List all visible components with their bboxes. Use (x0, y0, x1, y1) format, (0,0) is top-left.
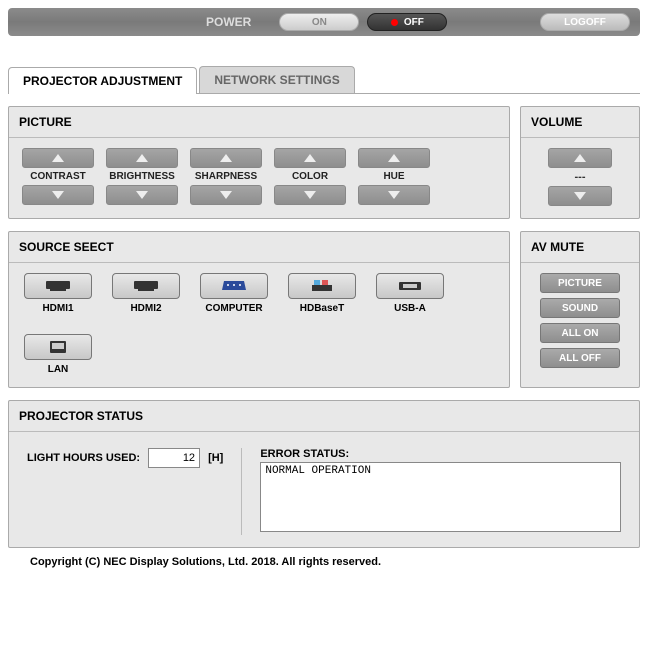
mute-picture-button[interactable]: PICTURE (540, 273, 620, 293)
source-lan-label: LAN (48, 364, 69, 375)
brightness-up-button[interactable] (106, 148, 178, 168)
av-mute-title: AV MUTE (531, 240, 629, 254)
power-off-button[interactable]: OFF (367, 13, 447, 31)
power-indicator-icon (391, 19, 398, 26)
contrast-label: CONTRAST (30, 171, 86, 182)
mute-sound-button[interactable]: SOUND (540, 298, 620, 318)
top-bar: POWER ON OFF LOGOFF (8, 8, 640, 36)
power-on-button[interactable]: ON (279, 13, 359, 31)
source-usba-label: USB-A (394, 303, 426, 314)
picture-panel: PICTURE CONTRAST BRIGHTNESS SHARPNESS (8, 106, 510, 219)
error-status-label: ERROR STATUS: (260, 448, 621, 460)
source-usba-button[interactable] (376, 273, 444, 299)
light-hours-unit: [H] (208, 452, 223, 464)
volume-value: --- (575, 171, 586, 183)
color-down-button[interactable] (274, 185, 346, 205)
source-hdmi2-label: HDMI2 (130, 303, 161, 314)
vga-icon (220, 280, 248, 292)
contrast-up-button[interactable] (22, 148, 94, 168)
color-up-button[interactable] (274, 148, 346, 168)
hdmi-icon (44, 280, 72, 292)
projector-status-panel: PROJECTOR STATUS LIGHT HOURS USED: [H] E… (8, 400, 640, 548)
volume-panel: VOLUME --- (520, 106, 640, 219)
mute-all-off-button[interactable]: ALL OFF (540, 348, 620, 368)
source-computer-label: COMPUTER (205, 303, 262, 314)
light-hours-label: LIGHT HOURS USED: (27, 452, 140, 464)
usb-icon (397, 281, 423, 291)
hue-up-button[interactable] (358, 148, 430, 168)
lan-icon (48, 339, 68, 355)
volume-title: VOLUME (531, 115, 629, 129)
color-label: COLOR (292, 171, 328, 182)
hue-label: HUE (383, 171, 404, 182)
picture-title: PICTURE (19, 115, 499, 129)
source-hdbaset-button[interactable] (288, 273, 356, 299)
sharpness-label: SHARPNESS (195, 171, 257, 182)
hdmi-icon (132, 280, 160, 292)
sharpness-up-button[interactable] (190, 148, 262, 168)
tab-bar: PROJECTOR ADJUSTMENT NETWORK SETTINGS (8, 66, 640, 94)
tab-network-settings[interactable]: NETWORK SETTINGS (199, 66, 354, 93)
status-title: PROJECTOR STATUS (19, 409, 629, 423)
brightness-label: BRIGHTNESS (109, 171, 175, 182)
tab-projector-adjustment[interactable]: PROJECTOR ADJUSTMENT (8, 67, 197, 94)
av-mute-panel: AV MUTE PICTURE SOUND ALL ON ALL OFF (520, 231, 640, 388)
source-lan-button[interactable] (24, 334, 92, 360)
source-hdbaset-label: HDBaseT (300, 303, 344, 314)
hue-down-button[interactable] (358, 185, 430, 205)
contrast-down-button[interactable] (22, 185, 94, 205)
sharpness-down-button[interactable] (190, 185, 262, 205)
volume-down-button[interactable] (548, 186, 612, 206)
brightness-down-button[interactable] (106, 185, 178, 205)
power-label: POWER (206, 15, 251, 29)
volume-up-button[interactable] (548, 148, 612, 168)
source-select-panel: SOURCE SEECT HDMI1 HDMI2 (8, 231, 510, 388)
mute-all-on-button[interactable]: ALL ON (540, 323, 620, 343)
source-hdmi1-button[interactable] (24, 273, 92, 299)
error-status-text[interactable] (260, 462, 621, 532)
source-computer-button[interactable] (200, 273, 268, 299)
source-title: SOURCE SEECT (19, 240, 499, 254)
copyright-text: Copyright (C) NEC Display Solutions, Ltd… (30, 556, 648, 568)
source-hdmi2-button[interactable] (112, 273, 180, 299)
hdbaset-icon (310, 279, 334, 293)
logoff-button[interactable]: LOGOFF (540, 13, 630, 31)
source-hdmi1-label: HDMI1 (42, 303, 73, 314)
light-hours-input[interactable] (148, 448, 200, 468)
